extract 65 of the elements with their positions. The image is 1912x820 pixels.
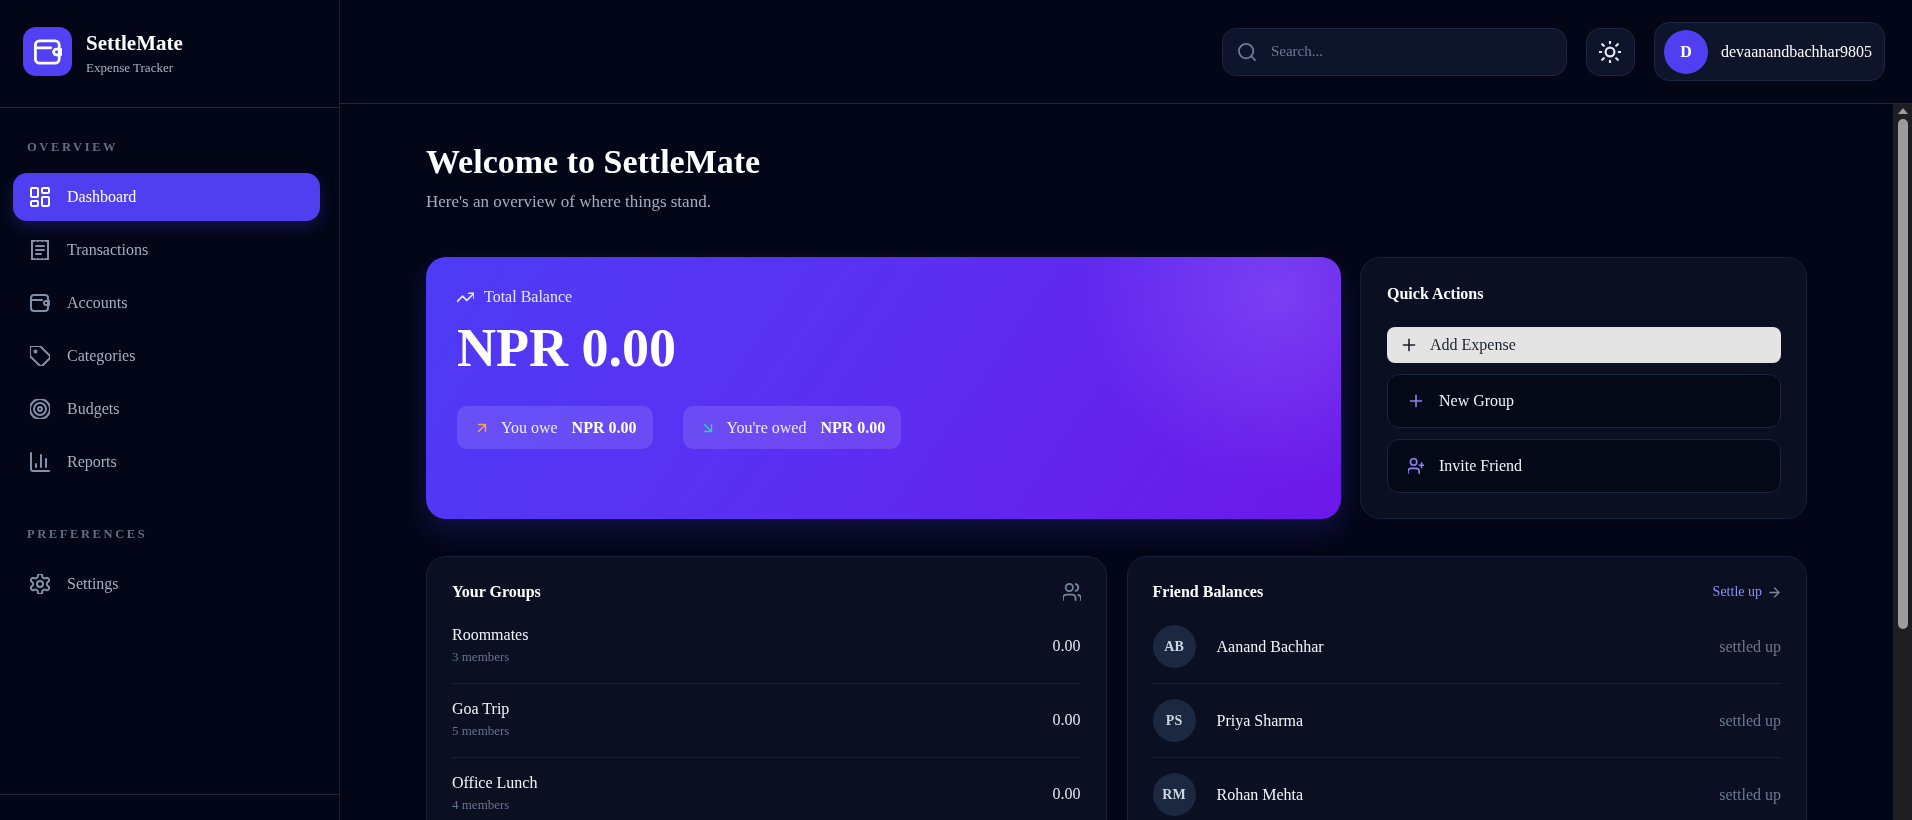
scrollbar-thumb[interactable] [1897, 119, 1908, 629]
nav-item[interactable]: Budgets [13, 385, 320, 433]
card-title: Quick Actions [1387, 284, 1484, 304]
search-field[interactable]: Search... [1221, 27, 1567, 76]
user-avatar: D [1663, 29, 1708, 74]
friend-avatar: AB [1152, 625, 1196, 668]
group-name: Goa Trip [452, 699, 510, 719]
target-icon [30, 399, 50, 419]
group-name: Roommates [452, 625, 529, 645]
user-plus-icon [1408, 458, 1424, 474]
settings-icon [30, 574, 50, 594]
bar-chart-icon [30, 452, 50, 472]
tag-icon [30, 346, 50, 366]
friend-avatar: RM [1152, 773, 1196, 816]
arrow-right-icon [1768, 585, 1781, 599]
scroll-up-icon[interactable] [1897, 108, 1908, 114]
card-title: Your Groups [452, 582, 541, 602]
plus-icon [1401, 337, 1417, 353]
app-tagline: Expense Tracker [86, 59, 174, 77]
wallet-icon [30, 293, 50, 313]
quick-action-button[interactable]: Add Expense [1387, 327, 1781, 363]
friend-name: Aanand Bachhar [1216, 637, 1324, 656]
group-name: Office Lunch [452, 773, 538, 793]
quick-action-button[interactable]: New Group [1387, 374, 1781, 428]
pill-label: You owe [501, 418, 558, 437]
page-subtitle: Here's an overview of where things stand. [426, 191, 711, 213]
member-count: 5 members [452, 722, 510, 740]
wallet-logo-icon [23, 27, 72, 76]
users-icon [1062, 583, 1081, 601]
settle-up-link[interactable]: Settle up [1712, 584, 1781, 600]
app-name: SettleMate [86, 31, 183, 55]
grid-icon [30, 187, 50, 207]
member-count: 4 members [452, 796, 510, 814]
card-title: Friend Balances [1152, 582, 1264, 602]
nav-item[interactable]: Accounts [13, 279, 320, 327]
nav-item[interactable]: Dashboard [13, 173, 320, 221]
friend-avatar: PS [1152, 699, 1196, 742]
search-icon [1237, 42, 1256, 61]
balance-status: settled up [1719, 711, 1781, 730]
theme-toggle-button[interactable] [1585, 27, 1635, 76]
pill-amount: NPR 0.00 [571, 418, 637, 437]
friend-name: Priya Sharma [1216, 711, 1304, 730]
receipt-icon [30, 240, 50, 260]
friend-name: Rohan Mehta [1216, 785, 1304, 804]
pill-label: You're owed [726, 418, 807, 437]
group-balance: 0.00 [1052, 784, 1081, 803]
user-menu-button[interactable]: D devaanandbachhar9805 [1653, 22, 1885, 81]
member-count: 3 members [452, 648, 510, 666]
balance-amount: NPR 0.00 [457, 317, 676, 380]
nav-item[interactable]: Reports [13, 438, 320, 486]
sun-icon [1599, 40, 1622, 63]
nav-item[interactable]: Categories [13, 332, 320, 380]
quick-action-button[interactable]: Invite Friend [1387, 439, 1781, 493]
balance-label: Total Balance [484, 287, 573, 307]
section-heading: OVERVIEW [26, 140, 119, 155]
group-balance: 0.00 [1052, 710, 1081, 729]
balance-status: settled up [1719, 637, 1781, 656]
plus-icon [1408, 393, 1424, 409]
balance-status: settled up [1719, 785, 1781, 804]
section-heading: PREFERENCES [26, 527, 148, 542]
pill-amount: NPR 0.00 [820, 418, 886, 437]
nav-item[interactable]: Transactions [13, 226, 320, 274]
group-balance: 0.00 [1052, 636, 1081, 655]
page-title: Welcome to SettleMate [426, 142, 761, 182]
nav-item[interactable]: Settings [13, 560, 320, 608]
